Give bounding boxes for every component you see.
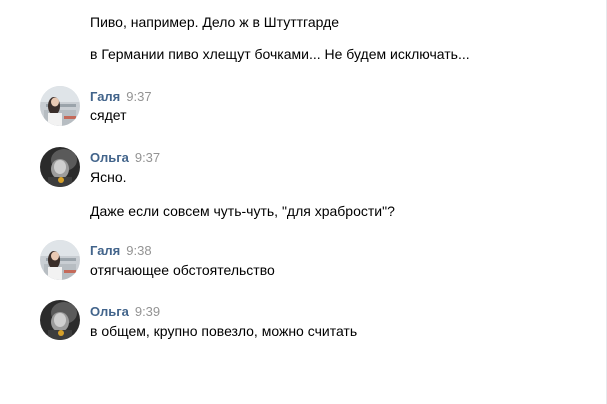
author-name[interactable]: Галя xyxy=(90,243,120,258)
author-name[interactable]: Ольга xyxy=(90,304,129,319)
message-text: в Германии пиво хлещут бочками... Не буд… xyxy=(90,46,470,62)
message-timestamp[interactable]: 9:37 xyxy=(126,89,151,104)
message-header: Ольга 9:39 xyxy=(90,304,160,320)
avatar-galya[interactable] xyxy=(40,86,80,126)
author-name[interactable]: Ольга xyxy=(90,150,129,165)
message-text: в общем, крупно повезло, можно считать xyxy=(90,323,358,339)
avatar-photo-icon xyxy=(40,86,80,126)
message-text: отягчающее обстоятельство xyxy=(90,262,275,278)
message-header: Галя 9:38 xyxy=(90,243,152,259)
avatar-photo-icon xyxy=(40,240,80,280)
avatar-photo-icon xyxy=(40,300,80,340)
message-timestamp[interactable]: 9:38 xyxy=(126,243,151,258)
message-text: Пиво, например. Дело ж в Штуттгарде xyxy=(90,14,340,30)
message-timestamp[interactable]: 9:39 xyxy=(135,304,160,319)
avatar-galya[interactable] xyxy=(40,240,80,280)
message-header: Галя 9:37 xyxy=(90,89,152,105)
avatar-photo-icon xyxy=(40,147,80,187)
avatar-olga[interactable] xyxy=(40,147,80,187)
author-name[interactable]: Галя xyxy=(90,89,120,104)
message-text: сядет xyxy=(90,107,127,123)
chat-history: Пиво, например. Дело ж в Штуттгарде в Ге… xyxy=(0,0,607,404)
avatar-olga[interactable] xyxy=(40,300,80,340)
message-header: Ольга 9:37 xyxy=(90,150,160,166)
message-text: Даже если совсем чуть-чуть, "для храброс… xyxy=(90,203,395,219)
message-text: Ясно. xyxy=(90,169,127,185)
message-timestamp[interactable]: 9:37 xyxy=(135,150,160,165)
